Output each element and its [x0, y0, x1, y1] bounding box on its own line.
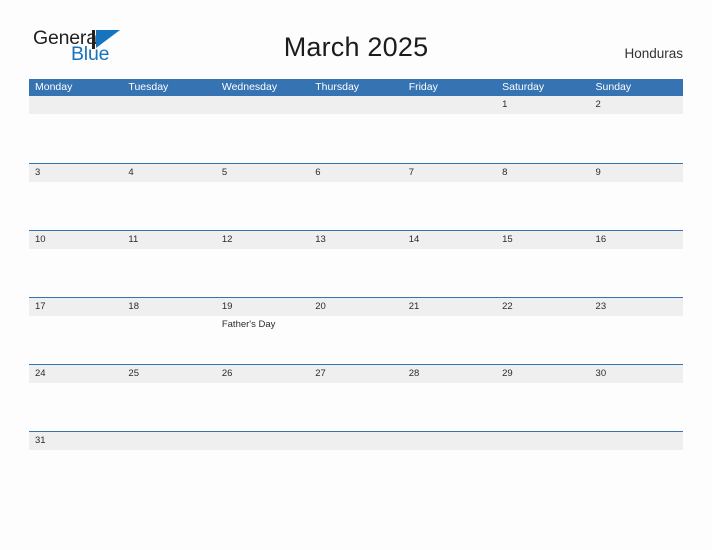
day-cell[interactable]: 26	[216, 365, 309, 430]
day-cell[interactable]	[403, 432, 496, 497]
day-number: 31	[35, 435, 46, 446]
day-cell[interactable]: 19 Father's Day	[216, 298, 309, 363]
day-cell[interactable]	[403, 96, 496, 161]
day-number: 16	[595, 234, 607, 245]
day-cell[interactable]: 9	[590, 164, 683, 229]
day-cell[interactable]: 25	[122, 365, 215, 430]
day-cell[interactable]	[122, 432, 215, 497]
day-number: 5	[221, 167, 228, 178]
day-number: 28	[408, 368, 420, 379]
day-number: 3	[35, 167, 41, 178]
day-cell[interactable]: 11	[122, 231, 215, 296]
calendar-grid: Monday Tuesday Wednesday Thursday Friday…	[29, 79, 683, 498]
day-cell[interactable]: 21	[403, 298, 496, 363]
day-cell[interactable]: 27	[309, 365, 402, 430]
day-number: 21	[408, 301, 420, 312]
calendar-week-row: 1 2	[29, 96, 683, 163]
day-number: 18	[128, 301, 139, 312]
calendar-page: General Blue March 2025 Honduras Monday …	[0, 0, 712, 550]
day-cell[interactable]	[216, 432, 309, 497]
weekday-header-row: Monday Tuesday Wednesday Thursday Friday…	[29, 79, 683, 96]
day-cell[interactable]: 6	[309, 164, 402, 229]
day-cell[interactable]: 5	[216, 164, 309, 229]
day-cell[interactable]	[590, 432, 683, 497]
day-number: 24	[35, 368, 46, 379]
day-number: 15	[502, 234, 513, 245]
day-number: 17	[35, 301, 46, 312]
day-number: 27	[315, 368, 326, 379]
day-number: 25	[128, 368, 139, 379]
day-number: 9	[595, 167, 601, 178]
day-number: 30	[595, 368, 607, 379]
day-cell[interactable]: 3	[29, 164, 122, 229]
day-number: 12	[221, 234, 233, 245]
weekday-header-tuesday: Tuesday	[128, 81, 169, 93]
day-cell[interactable]: 7	[403, 164, 496, 229]
page-header: General Blue March 2025 Honduras	[0, 0, 712, 79]
day-cell[interactable]: 24	[29, 365, 122, 430]
day-number: 2	[595, 99, 601, 110]
day-cell[interactable]: 17	[29, 298, 122, 363]
day-cell[interactable]: 18	[122, 298, 215, 363]
day-number: 19	[221, 301, 233, 312]
day-number: 10	[35, 234, 46, 245]
day-cell[interactable]	[309, 432, 402, 497]
day-event-label: Father's Day	[221, 319, 276, 330]
day-cell[interactable]	[216, 96, 309, 161]
day-cell[interactable]	[122, 96, 215, 161]
day-number: 8	[502, 167, 508, 178]
day-cell[interactable]	[29, 96, 122, 161]
day-number: 1	[502, 99, 508, 110]
day-cell[interactable]: 20	[309, 298, 402, 363]
calendar-week-row: 3 4 5 6 7 8 9	[29, 163, 683, 230]
calendar-week-row: 24 25 26 27 28 29 30	[29, 364, 683, 431]
day-cell[interactable]: 12	[216, 231, 309, 296]
day-number: 23	[595, 301, 607, 312]
calendar-week-row: 31	[29, 431, 683, 498]
day-number: 26	[221, 368, 233, 379]
day-cell[interactable]: 13	[309, 231, 402, 296]
day-cell[interactable]: 31	[29, 432, 122, 497]
day-cell[interactable]: 23	[590, 298, 683, 363]
day-cell[interactable]	[309, 96, 402, 161]
weekday-header-friday: Friday	[408, 81, 438, 93]
day-number: 29	[502, 368, 513, 379]
day-cell[interactable]: 1	[496, 96, 589, 161]
calendar-week-row: 10 11 12 13 14 15 16	[29, 230, 683, 297]
day-cell[interactable]	[496, 432, 589, 497]
weekday-header-thursday: Thursday	[315, 81, 360, 93]
day-cell[interactable]: 2	[590, 96, 683, 161]
day-number: 14	[408, 234, 420, 245]
day-cell[interactable]: 30	[590, 365, 683, 430]
day-cell[interactable]: 10	[29, 231, 122, 296]
day-cell[interactable]: 8	[496, 164, 589, 229]
weekday-header-sunday: Sunday	[595, 81, 632, 93]
page-title: March 2025	[283, 32, 429, 62]
day-cell[interactable]: 15	[496, 231, 589, 296]
weekday-header-monday: Monday	[35, 81, 73, 93]
calendar-week-row: 17 18 19 Father's Day 20 21 22 23	[29, 297, 683, 364]
weekday-header-saturday: Saturday	[502, 81, 545, 93]
weekday-header-wednesday: Wednesday	[221, 81, 278, 93]
day-number: 4	[128, 167, 134, 178]
day-cell[interactable]: 28	[403, 365, 496, 430]
day-number: 6	[315, 167, 321, 178]
day-cell[interactable]: 29	[496, 365, 589, 430]
day-number: 13	[315, 234, 326, 245]
day-cell[interactable]: 14	[403, 231, 496, 296]
day-number: 11	[128, 234, 139, 245]
day-number: 22	[502, 301, 513, 312]
day-cell[interactable]: 4	[122, 164, 215, 229]
country-label: Honduras	[624, 46, 683, 61]
day-number: 20	[315, 301, 326, 312]
day-cell[interactable]: 22	[496, 298, 589, 363]
day-cell[interactable]: 16	[590, 231, 683, 296]
day-number: 7	[408, 167, 414, 178]
